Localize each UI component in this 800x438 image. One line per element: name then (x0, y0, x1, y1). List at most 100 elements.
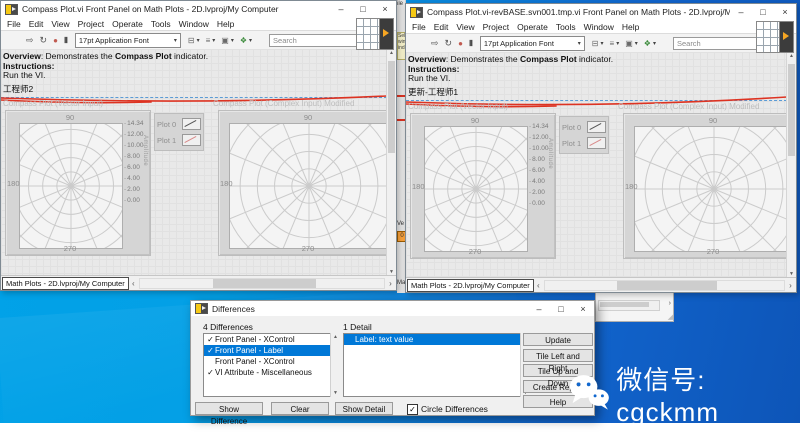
scroll-right-icon[interactable]: › (786, 281, 795, 290)
status-tab[interactable]: Math Plots - 2D.lvproj/My Computer (2, 277, 129, 290)
close-icon[interactable]: × (774, 4, 796, 20)
pause-icon[interactable]: Ⅱ (64, 31, 68, 50)
reorder-menu[interactable]: ❖▾ (644, 39, 656, 48)
minimize-icon[interactable]: – (730, 4, 752, 20)
menu-item[interactable]: Window (175, 19, 213, 29)
titlebar: Compass Plot.vi-revBASE.svn001.tmp.vi Fr… (406, 4, 796, 20)
font-selector[interactable]: 17pt Application Font▾ (75, 33, 181, 48)
vi-window-left: Compass Plot.vi Front Panel on Math Plot… (0, 0, 397, 291)
maximize-icon[interactable]: □ (550, 301, 572, 317)
titlebar: Compass Plot.vi Front Panel on Math Plot… (1, 1, 396, 17)
menu-item[interactable]: File (3, 19, 25, 29)
minimize-icon[interactable]: – (528, 301, 550, 317)
scroll-left-icon[interactable]: ‹ (534, 281, 543, 290)
legend-item[interactable]: Plot 0 (157, 116, 201, 132)
horizontal-scrollbar[interactable] (544, 280, 785, 291)
menu-item[interactable]: Help (618, 22, 643, 32)
horizontal-scrollbar[interactable] (139, 278, 385, 289)
run-icon[interactable]: ⇨ (26, 31, 34, 50)
abort-icon[interactable]: ● (458, 34, 463, 53)
amplitude-axis-label: Amplitude (142, 135, 148, 166)
scroll-left-icon[interactable]: ‹ (129, 279, 138, 288)
menu-item[interactable]: Operate (513, 22, 552, 32)
plot-legend: Plot 0Plot 1 (559, 116, 609, 154)
resize-objects-menu[interactable]: ▣▾ (221, 36, 234, 45)
amplitude-scale: 14.3412.0010.008.006.004.002.000.00 (529, 123, 548, 207)
maximize-icon[interactable]: □ (352, 1, 374, 17)
show-difference-button[interactable]: Show Difference (195, 402, 263, 415)
scale-tick: 4.00 (529, 178, 548, 185)
resize-objects-menu[interactable]: ▣▾ (625, 39, 638, 48)
align-objects-menu[interactable]: ⊟▾ (188, 36, 200, 45)
dialog-button[interactable]: Update (523, 333, 593, 346)
menu-item[interactable]: Project (479, 22, 513, 32)
close-icon[interactable]: × (572, 301, 594, 317)
scale-tick: 14.34 (529, 123, 548, 130)
bg-horizontal-scrollbar[interactable] (598, 300, 660, 311)
free-label[interactable]: 工程师2 (3, 83, 33, 95)
run-continuous-icon[interactable]: ↻ (445, 34, 453, 53)
angle-180-label: 180 (220, 179, 233, 188)
legend-item[interactable]: Plot 1 (157, 132, 201, 148)
window-bottom-bar: Math Plots - 2D.lvproj/My Computer ‹ › (406, 277, 796, 292)
scroll-right-icon[interactable]: › (669, 300, 671, 307)
difference-row[interactable]: ✓Front Panel - Label (204, 345, 338, 356)
menu-item[interactable]: Operate (108, 19, 147, 29)
reorder-menu[interactable]: ❖▾ (240, 36, 252, 45)
scroll-right-icon[interactable]: › (386, 279, 395, 288)
abort-icon[interactable]: ● (53, 31, 58, 50)
window-title: Compass Plot.vi Front Panel on Math Plot… (22, 4, 330, 14)
resize-grip-icon[interactable]: ◢ (668, 314, 673, 321)
menu-item[interactable]: Tools (147, 19, 175, 29)
run-text: Run the VI. (408, 73, 451, 83)
circle-differences-checkbox[interactable]: ✓ (407, 404, 418, 415)
maximize-icon[interactable]: □ (752, 4, 774, 20)
run-icon[interactable]: ⇨ (431, 34, 439, 53)
search-input[interactable] (673, 37, 765, 50)
menu-item[interactable]: Project (74, 19, 108, 29)
angle-90-label: 90 (229, 113, 387, 122)
labview-app-icon (410, 7, 423, 18)
menu-item[interactable]: View (452, 22, 478, 32)
angle-180-label: 180 (7, 179, 20, 188)
difference-row[interactable]: ✓Front Panel - XControl (204, 334, 338, 345)
pause-icon[interactable]: Ⅱ (469, 34, 473, 53)
minimize-icon[interactable]: – (330, 1, 352, 17)
close-icon[interactable]: × (374, 1, 396, 17)
plot-caption-vector: Compass Plot (Vector Input) (408, 102, 508, 111)
window-title: Compass Plot.vi-revBASE.svn001.tmp.vi Fr… (427, 7, 730, 17)
menu-item[interactable]: Edit (25, 19, 48, 29)
align-objects-menu[interactable]: ⊟▾ (592, 39, 604, 48)
distribute-objects-menu[interactable]: ≡▾ (610, 39, 620, 48)
menu-item[interactable]: File (408, 22, 430, 32)
scroll-down-icon: ▼ (331, 389, 340, 397)
show-detail-button[interactable]: Show Detail (335, 402, 393, 415)
menu-item[interactable]: Window (580, 22, 618, 32)
plot-caption-vector: Compass Plot (Vector Input) (3, 99, 103, 108)
menu-item[interactable]: View (47, 19, 73, 29)
difference-mark (397, 119, 405, 121)
clear-button[interactable]: Clear (271, 402, 329, 415)
menu-item[interactable]: Edit (430, 22, 453, 32)
menu-item[interactable]: Tools (552, 22, 580, 32)
status-tab[interactable]: Math Plots - 2D.lvproj/My Computer (407, 279, 534, 292)
font-selector[interactable]: 17pt Application Font▾ (480, 36, 585, 51)
difference-row[interactable]: ✓VI Attribute - Miscellaneous (204, 367, 338, 378)
angle-270-label: 270 (229, 244, 387, 253)
free-label[interactable]: 更新-工程师1 (408, 86, 458, 98)
list-scrollbar[interactable]: ▲▼ (330, 333, 340, 397)
detail-row[interactable]: Label: text value (344, 334, 528, 345)
distribute-objects-menu[interactable]: ≡▾ (206, 36, 216, 45)
polar-plot-area (634, 126, 787, 252)
differences-dialog: Differences – □ × 4 Differences 1 Detail… (190, 300, 595, 416)
vertical-scrollbar[interactable]: ▲ ▼ (786, 52, 796, 278)
front-panel: Overview: Demonstrates the Compass Plot … (406, 52, 787, 278)
run-continuous-icon[interactable]: ↻ (40, 31, 48, 50)
legend-item[interactable]: Plot 0 (562, 119, 606, 135)
vertical-scrollbar[interactable]: ▲ ▼ (386, 49, 396, 276)
menu-item[interactable]: Help (213, 19, 238, 29)
search-input[interactable] (269, 34, 361, 47)
plot-line-swatch (587, 137, 606, 149)
difference-row[interactable]: Front Panel - XControl (204, 356, 338, 367)
legend-item[interactable]: Plot 1 (562, 135, 606, 151)
